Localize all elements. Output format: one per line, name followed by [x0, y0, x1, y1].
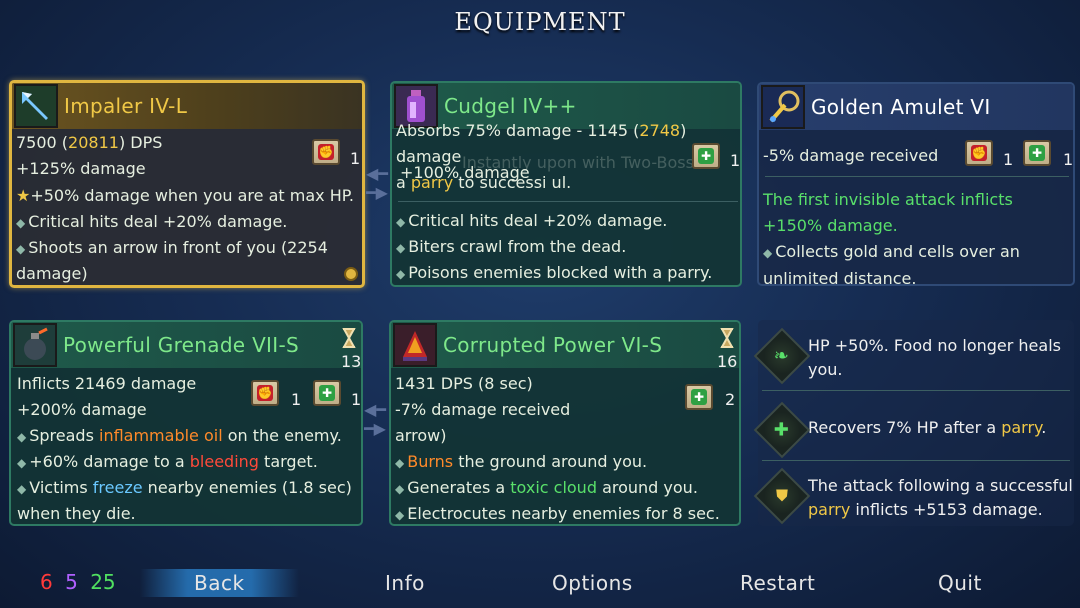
affix-line-continued: damage) [16, 264, 88, 283]
hourglass-icon [719, 328, 735, 348]
corrupted-power-icon [393, 323, 437, 367]
divider [762, 460, 1070, 461]
purple-gem-count: 5 [65, 570, 78, 594]
bonus-damage-stat: +200% damage [17, 400, 147, 419]
hourglass-icon [341, 328, 357, 348]
affix-line: ◆ Electrocutes nearby enemies for 8 sec. [395, 504, 720, 523]
green-scroll-icon: ✚ [1023, 140, 1051, 166]
damage-stat: Inflicts 21469 damage [17, 374, 197, 393]
overlap-damage-stat: +100% damage [400, 163, 530, 182]
info-button[interactable]: Info [385, 571, 425, 595]
swap-arrows-icon: ◀━ ━▶ [366, 164, 388, 202]
affix-line-continued: when they die. [17, 504, 136, 523]
dps-line: 7500 (20811) DPS [16, 133, 163, 152]
red-scroll-count: 1 [1003, 150, 1014, 169]
affix-line: ◆ Biters crawl from the dead. [396, 237, 627, 256]
corner-ornament-icon [344, 267, 358, 281]
restart-button[interactable]: Restart [740, 571, 815, 595]
clipped-text: arrow) [395, 426, 447, 445]
dps-stat: 1431 DPS (8 sec) [395, 374, 533, 393]
item-card-header: Powerful Grenade VII-S [11, 322, 361, 368]
green-scroll-icon: ✚ [313, 380, 341, 406]
damage-received-stat: -5% damage received [763, 146, 939, 165]
quit-button[interactable]: Quit [938, 571, 982, 595]
affix-line: ◆ Collects gold and cells over an unlimit… [763, 242, 1020, 286]
affix-line: ◆ Critical hits deal +20% damage. [396, 211, 668, 230]
green-scroll-count: 1 [1063, 150, 1074, 169]
item-card-header: Corrupted Power VI-S [391, 322, 739, 368]
spear-icon [14, 84, 58, 128]
grenade-icon [13, 323, 57, 367]
green-scroll-count: 2 [725, 390, 736, 409]
swap-arrows-icon: ◀━ ━▶ [364, 400, 386, 438]
affix-line: ◆ Burns the ground around you. [395, 452, 648, 471]
affix-line: ★+50% damage when you are at max HP. [16, 186, 354, 205]
affix-line: ◆ Victims freeze nearby enemies (1.8 sec) [17, 478, 352, 497]
mutation-text: HP +50%. Food no longer heals you. [808, 336, 1061, 379]
affix-line: ◆ Shoots an arrow in front of you (2254 [16, 238, 328, 257]
item-card-corrupted-power[interactable]: Corrupted Power VI-S 16 1431 DPS (8 sec)… [389, 320, 741, 526]
back-button[interactable]: Back [140, 569, 299, 597]
divider [762, 390, 1070, 391]
green-scroll-icon: ✚ [692, 143, 720, 169]
green-gem-count: 25 [90, 570, 116, 594]
item-card-impaler[interactable]: Impaler IV-L 7500 (20811) DPS +125% dama… [9, 80, 365, 288]
red-gem-count: 6 [40, 570, 53, 594]
item-name: Corrupted Power VI-S [443, 333, 663, 357]
affix-line: ◆ +60% damage to a bleeding target. [17, 452, 318, 471]
options-button[interactable]: Options [552, 571, 633, 595]
item-card-cudgel[interactable]: Cudgel IV++ Absorbs 75% damage - 1145 (2… [390, 81, 742, 287]
mutation-item[interactable]: ⛊ The attack following a successful parr… [753, 467, 1074, 525]
scroll-count: 1 [350, 149, 361, 168]
item-card-header: Impaler IV-L [12, 83, 362, 129]
item-name: Impaler IV-L [64, 94, 188, 118]
mutation-text: The attack following a successful parry … [808, 476, 1073, 519]
green-cross-icon: ✚ [753, 401, 811, 459]
cooldown-value: 13 [341, 352, 362, 371]
affix-line: The first invisible attack inflicts +150… [763, 190, 1013, 235]
item-card-header: Golden Amulet VI [759, 84, 1073, 130]
item-card-amulet[interactable]: Golden Amulet VI -5% damage received ✊ 1… [757, 82, 1075, 286]
mutation-item[interactable]: ❧ HP +50%. Food no longer heals you. [753, 327, 1074, 385]
screen-title: EQUIPMENT [454, 8, 626, 36]
gem-counters: 6 5 25 [40, 570, 116, 594]
item-name: Powerful Grenade VII-S [63, 333, 299, 357]
red-scroll-icon: ✊ [312, 139, 340, 165]
mutation-text: Recovers 7% HP after a parry. [808, 418, 1047, 437]
cooldown-value: 16 [717, 352, 738, 371]
green-scroll-count: 1 [351, 390, 362, 409]
item-name: Golden Amulet VI [811, 95, 991, 119]
item-card-grenade[interactable]: Powerful Grenade VII-S 13 Inflicts 21469… [9, 320, 363, 526]
item-name: Cudgel IV++ [444, 94, 577, 118]
affix-line: ◆ Generates a toxic cloud around you. [395, 478, 698, 497]
green-leaf-icon: ❧ [753, 327, 811, 385]
amulet-icon [761, 85, 805, 129]
affix-line: ◆ Critical hits deal +20% damage. [16, 212, 288, 231]
damage-received-stat: -7% damage received [395, 400, 571, 419]
scroll-count: 1 [730, 151, 741, 170]
affix-line: ◆ Poisons enemies blocked with a parry. [396, 263, 713, 282]
mutation-item[interactable]: ✚ Recovers 7% HP after a parry. [753, 401, 1074, 459]
red-scroll-icon: ✊ [965, 140, 993, 166]
affix-line: ◆ Spreads inflammable oil on the enemy. [17, 426, 342, 445]
red-scroll-icon: ✊ [251, 380, 279, 406]
green-scroll-icon: ✚ [685, 384, 713, 410]
block-stat: Absorbs 75% damage - 1145 (2748) [396, 121, 687, 140]
shield-icon: ⛊ [753, 467, 811, 525]
divider [765, 176, 1069, 177]
divider [398, 201, 738, 202]
red-scroll-count: 1 [291, 390, 302, 409]
bonus-damage-stat: +125% damage [16, 159, 146, 178]
